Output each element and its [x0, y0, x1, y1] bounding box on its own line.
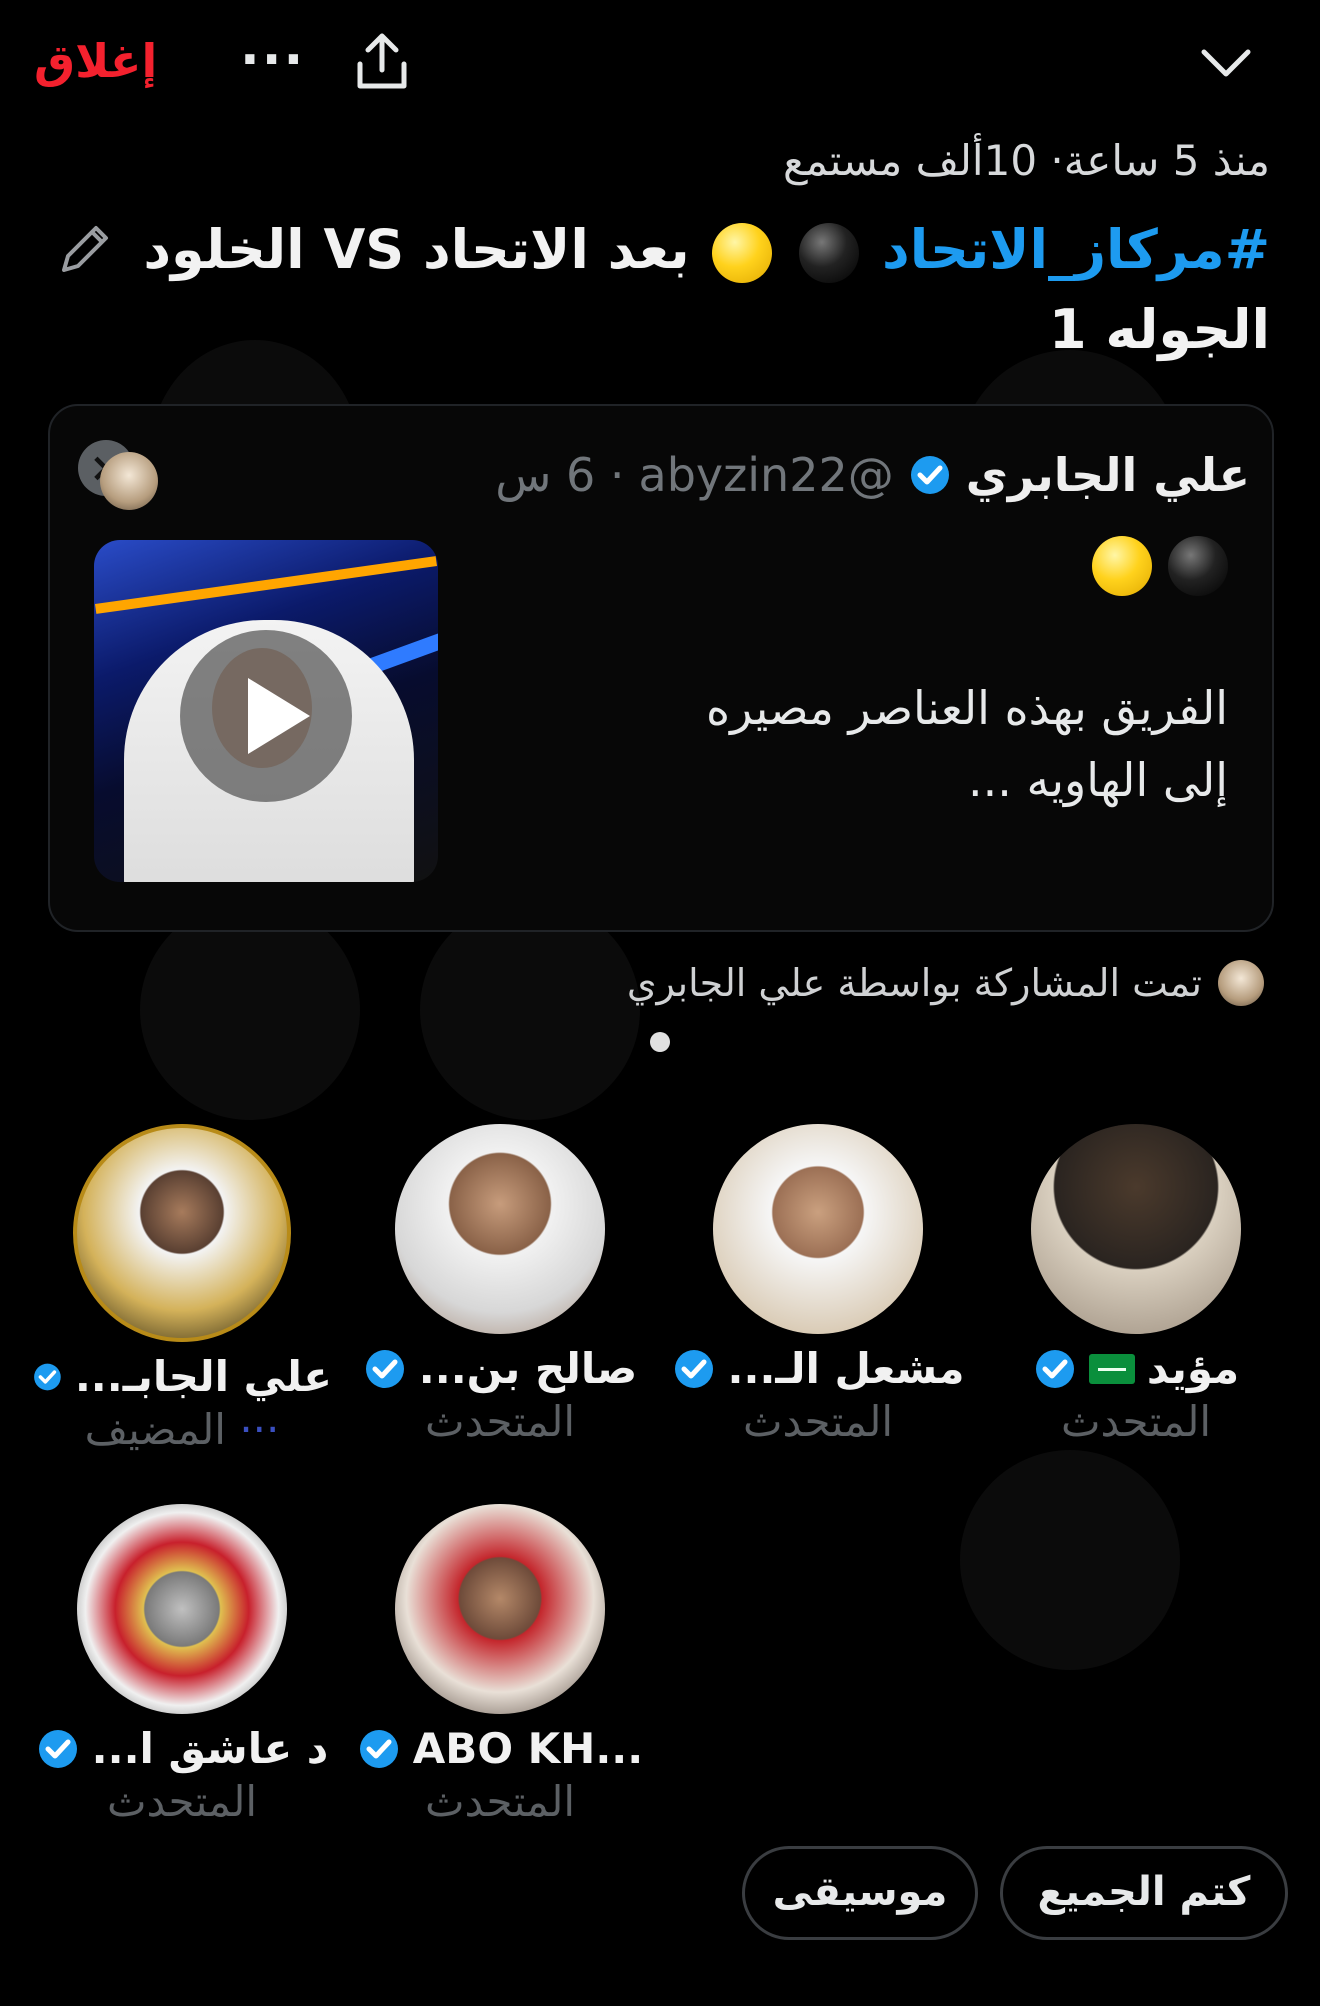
speaker-role: المتحدث [742, 1397, 894, 1446]
yellow-circle-emoji [1092, 536, 1152, 596]
verified-badge-icon [1035, 1349, 1074, 1388]
background-ghost [420, 900, 640, 1120]
avatar [73, 1124, 291, 1342]
speaker-name: د عاشق ا... [91, 1724, 329, 1773]
avatar [395, 1124, 605, 1334]
edit-pencil-icon[interactable] [54, 218, 116, 280]
speaker-role: المتحدث [106, 1777, 258, 1826]
avatar [77, 1504, 287, 1714]
sharer-avatar [1218, 960, 1264, 1006]
post-time: · 6 س [495, 448, 625, 502]
avatar [713, 1124, 923, 1334]
black-circle-emoji [1168, 536, 1228, 596]
title-hashtag[interactable]: #مركاز_الاتحاد [882, 218, 1270, 281]
post-author-name[interactable]: علي الجابري [966, 448, 1250, 502]
speaker-name: صالح بن... [418, 1344, 638, 1393]
host-indicator: ··· [239, 1405, 280, 1454]
speaker-role: المتحدث [1060, 1397, 1212, 1446]
avatar [1031, 1124, 1241, 1334]
speaker-role: المضيف [84, 1405, 226, 1454]
post-emojis [1088, 536, 1232, 596]
more-options-icon[interactable]: ··· [240, 30, 305, 90]
title-line-2: الجوله 1 [1049, 298, 1270, 361]
verified-badge-icon [910, 456, 949, 494]
post-author: علي الجابري @abyzin22 · 6 س [495, 448, 1250, 502]
post-author-avatar[interactable] [100, 452, 158, 514]
background-ghost [960, 1450, 1180, 1670]
verified-badge-icon [359, 1729, 398, 1768]
speaker-card[interactable]: علي الجابـ... ··· المضيف [32, 1124, 332, 1454]
speaker-role: المتحدث [424, 1777, 576, 1826]
space-title: #مركاز_الاتحاد بعد الاتحاد VS الخلود الج… [40, 210, 1270, 370]
saudi-flag-icon [1088, 1353, 1135, 1384]
mute-all-button[interactable]: كتم الجميع [1000, 1846, 1288, 1940]
shared-by-text: تمت المشاركة بواسطة علي الجابري [626, 961, 1202, 1005]
speaker-card[interactable]: ABO KH... المتحدث [350, 1504, 650, 1826]
black-circle-emoji [799, 223, 860, 284]
speaker-name: علي الجابـ... [74, 1352, 332, 1401]
speaker-card[interactable]: د عاشق ا... المتحدث [32, 1504, 332, 1826]
shared-by-line: تمت المشاركة بواسطة علي الجابري [627, 960, 1264, 1006]
speaker-card[interactable]: مؤيد المتحدث [986, 1124, 1286, 1446]
verified-badge-icon [674, 1349, 713, 1388]
post-video-thumbnail[interactable] [94, 540, 438, 882]
speaker-role: المتحدث [424, 1397, 576, 1446]
speaker-name: ABO KH... [412, 1724, 644, 1773]
yellow-circle-emoji [712, 223, 773, 284]
chevron-down-icon[interactable] [1198, 42, 1254, 82]
music-button[interactable]: موسيقى [742, 1846, 978, 1940]
close-button[interactable]: إغلاق [34, 34, 157, 88]
title-text: بعد الاتحاد VS الخلود [143, 218, 690, 281]
play-icon[interactable] [180, 630, 352, 802]
speaker-name: مشعل الـ... [727, 1344, 965, 1393]
speaker-name: مؤيد [1146, 1344, 1240, 1393]
page-indicator-dot [650, 1032, 670, 1052]
verified-badge-icon [365, 1349, 404, 1388]
space-meta: منذ 5 ساعة· 10ألف مستمع [783, 136, 1270, 185]
background-ghost [140, 900, 360, 1120]
speaker-card[interactable]: صالح بن... المتحدث [350, 1124, 650, 1446]
post-text: الفريق بهذه العناصر مصيره إلى الهاويه ..… [706, 681, 1228, 807]
avatar [395, 1504, 605, 1714]
speaker-card[interactable]: مشعل الـ... المتحدث [668, 1124, 968, 1446]
share-icon[interactable] [352, 30, 412, 92]
verified-badge-icon [34, 1363, 61, 1390]
post-handle: @abyzin22 [638, 448, 894, 502]
verified-badge-icon [38, 1729, 77, 1768]
